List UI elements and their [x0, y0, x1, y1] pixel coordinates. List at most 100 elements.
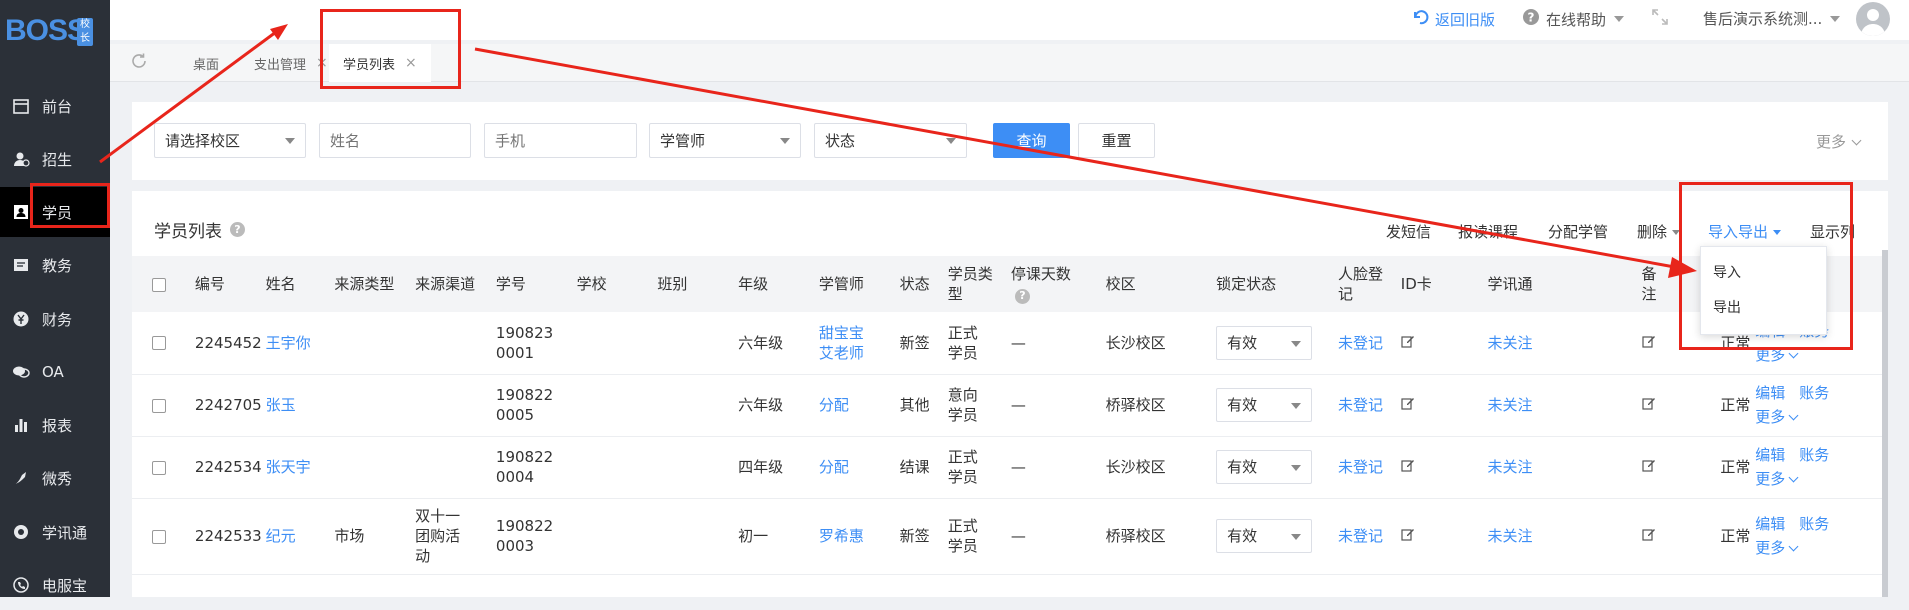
more-actions-link[interactable]: 更多: [1755, 408, 1799, 426]
lock-status-select[interactable]: 有效: [1216, 519, 1313, 553]
face-register-link[interactable]: 未登记: [1338, 527, 1383, 545]
sidebar-item-dianfubao[interactable]: 电服宝: [0, 560, 110, 610]
search-button[interactable]: 查询: [993, 123, 1070, 158]
reset-button[interactable]: 重置: [1078, 123, 1155, 158]
app-logo[interactable]: BOSS 校长: [0, 0, 110, 64]
status-select[interactable]: 状态: [814, 123, 967, 158]
tab-desktop[interactable]: 桌面: [175, 44, 237, 82]
account-link[interactable]: 账务: [1799, 384, 1829, 402]
face-register-link[interactable]: 未登记: [1338, 458, 1383, 476]
student-name-link[interactable]: 张天宇: [266, 458, 311, 476]
lock-status-select[interactable]: 有效: [1216, 388, 1313, 422]
edit-icon[interactable]: [1641, 334, 1656, 352]
row-checkbox[interactable]: [152, 398, 166, 413]
xuexuntong-link[interactable]: 未关注: [1488, 396, 1533, 414]
table-cell: 2242533: [158, 498, 262, 575]
sidebar-item-oa[interactable]: OA: [0, 347, 110, 397]
edit-link[interactable]: 编辑: [1755, 515, 1785, 533]
account-link[interactable]: 账务: [1799, 515, 1829, 533]
edit-link[interactable]: 编辑: [1755, 384, 1785, 402]
sidebar-item-academic[interactable]: 教务: [0, 240, 110, 290]
more-actions-link[interactable]: 更多: [1755, 470, 1799, 488]
column-header[interactable]: 姓名: [239, 256, 321, 312]
edit-link[interactable]: 编辑: [1755, 446, 1785, 464]
sidebar-item-reception[interactable]: 前台: [0, 81, 110, 131]
manager-link[interactable]: 分配: [819, 457, 867, 477]
manager-link[interactable]: 罗希惠: [819, 526, 867, 546]
more-filters-toggle[interactable]: 更多: [1816, 131, 1862, 152]
column-header[interactable]: 年级: [724, 256, 805, 312]
send-sms-button[interactable]: 发短信: [1386, 221, 1431, 242]
lock-status-select[interactable]: 有效: [1216, 325, 1313, 360]
help-icon[interactable]: ?: [1014, 288, 1030, 304]
sidebar-item-weixiu[interactable]: 微秀: [0, 453, 110, 503]
manager-link[interactable]: 分配: [819, 395, 867, 415]
edit-icon[interactable]: [1401, 527, 1415, 545]
column-header[interactable]: 人脸登记: [1308, 256, 1389, 312]
student-name-link[interactable]: 张玉: [266, 396, 296, 414]
sidebar-item-enrollment[interactable]: 招生: [0, 134, 110, 184]
column-header[interactable]: 学管师: [804, 256, 886, 312]
edit-icon[interactable]: [1641, 396, 1656, 414]
campus-select[interactable]: 请选择校区: [154, 123, 306, 158]
face-register-link[interactable]: 未登记: [1338, 334, 1383, 352]
sidebar-item-finance[interactable]: 财务: [0, 294, 110, 344]
edit-icon[interactable]: [1401, 396, 1415, 414]
edit-icon[interactable]: [1401, 458, 1415, 476]
xuexuntong-link[interactable]: 未关注: [1488, 334, 1533, 352]
column-header[interactable]: 来源类型: [320, 256, 402, 312]
account-link[interactable]: 账务: [1799, 446, 1829, 464]
column-header[interactable]: 锁定状态: [1192, 256, 1309, 312]
phone-input[interactable]: [484, 123, 637, 158]
column-header[interactable]: 班别: [643, 256, 725, 312]
column-header-pause-days[interactable]: 停课天数?: [1010, 256, 1092, 312]
table-cell: —: [1010, 436, 1092, 499]
more-actions-link[interactable]: 更多: [1755, 539, 1799, 557]
online-help-menu[interactable]: ? 在线帮助: [1522, 8, 1625, 30]
enroll-course-button[interactable]: 报读课程: [1458, 221, 1518, 242]
name-input[interactable]: [319, 123, 471, 158]
account-name: 售后演示系统测...: [1703, 10, 1823, 28]
select-all-checkbox[interactable]: [152, 277, 166, 292]
face-register-link[interactable]: 未登记: [1338, 396, 1383, 414]
column-header[interactable]: 校区: [1091, 256, 1193, 312]
column-header[interactable]: 学讯通: [1469, 256, 1586, 312]
column-header[interactable]: 学员类型: [947, 256, 1011, 312]
column-header[interactable]: 来源渠道: [401, 256, 482, 312]
row-checkbox[interactable]: [152, 529, 166, 544]
row-checkbox[interactable]: [152, 460, 166, 475]
account-menu[interactable]: 售后演示系统测...: [1703, 8, 1841, 29]
table-cell: 2242534: [158, 436, 262, 499]
assign-manager-button[interactable]: 分配学管: [1548, 221, 1608, 242]
avatar[interactable]: [1856, 2, 1890, 36]
delete-button[interactable]: 删除: [1637, 221, 1681, 242]
column-header[interactable]: ID卡: [1388, 256, 1470, 312]
row-checkbox[interactable]: [152, 336, 166, 351]
column-header[interactable]: 学号: [481, 256, 563, 312]
edit-icon[interactable]: [1401, 334, 1415, 352]
column-header[interactable]: 状态: [885, 256, 948, 312]
chevron-down-icon: [1291, 340, 1302, 347]
column-header[interactable]: 编号: [158, 256, 240, 312]
student-name-link[interactable]: 纪元: [266, 527, 296, 545]
student-name-link[interactable]: 王宇你: [266, 334, 311, 352]
edit-icon[interactable]: [1641, 527, 1656, 545]
help-icon[interactable]: ?: [230, 222, 245, 237]
filter-panel: 请选择校区 学管师 状态 查询 重置 更多: [132, 102, 1888, 180]
column-header[interactable]: 备注: [1585, 256, 1671, 312]
manager-link[interactable]: 甜宝宝艾老师: [819, 323, 867, 363]
back-to-old-version-link[interactable]: 返回旧版: [1411, 8, 1495, 30]
xuexuntong-link[interactable]: 未关注: [1488, 458, 1533, 476]
table-row: 2242534 张天宇 1908220004 四年级 分配 结课 正式学员 — 长沙校区 有效 未登…: [132, 436, 1888, 499]
lock-status-select[interactable]: 有效: [1216, 450, 1313, 484]
scrollbar[interactable]: [1882, 250, 1888, 597]
refresh-button[interactable]: [130, 44, 152, 82]
sidebar-item-reports[interactable]: 报表: [0, 400, 110, 450]
edit-icon[interactable]: [1641, 458, 1656, 476]
fullscreen-button[interactable]: [1651, 8, 1669, 30]
sidebar-item-xuexuntong[interactable]: 学讯通: [0, 507, 110, 557]
column-header[interactable]: 学校: [562, 256, 644, 312]
xuexuntong-link[interactable]: 未关注: [1488, 527, 1533, 545]
manager-select[interactable]: 学管师: [649, 123, 801, 158]
back-to-old-version-label: 返回旧版: [1435, 10, 1496, 29]
